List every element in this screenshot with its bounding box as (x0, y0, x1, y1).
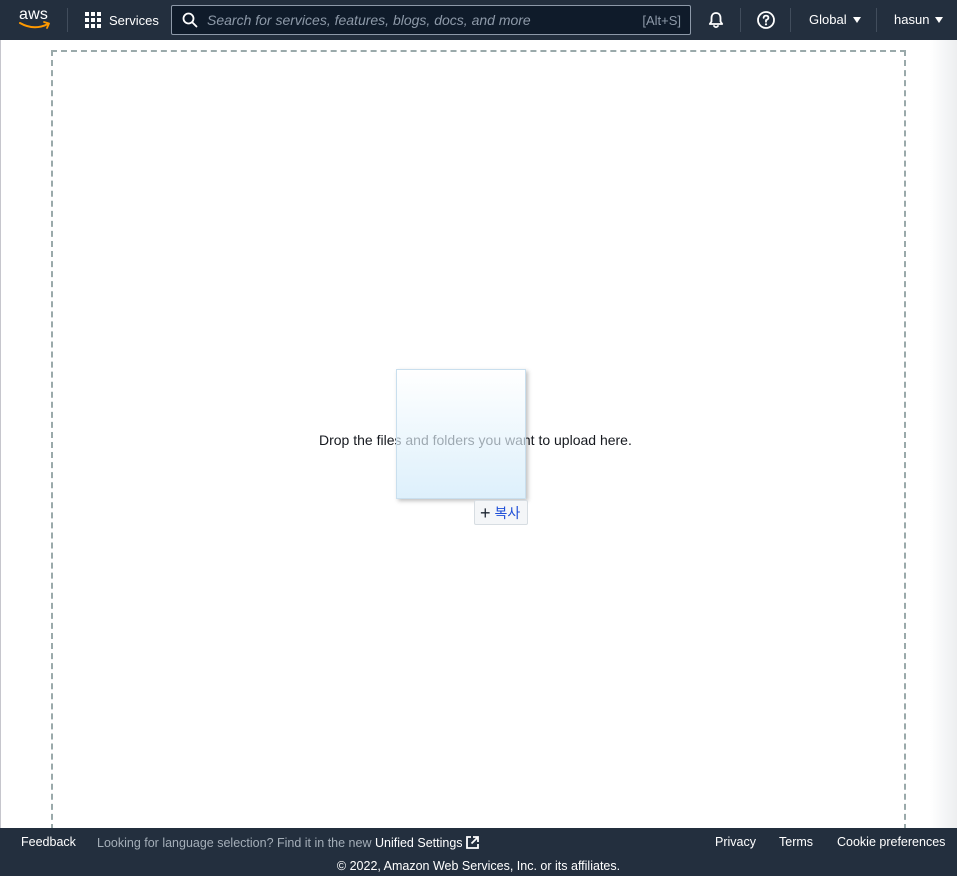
search-icon (182, 12, 198, 28)
divider (67, 8, 68, 32)
language-note: Looking for language selection? Find it … (97, 835, 480, 850)
right-shadow (930, 40, 957, 828)
divider (790, 8, 791, 32)
services-menu-button[interactable]: Services (80, 6, 159, 34)
unified-settings-label: Unified Settings (374, 836, 463, 850)
copyright-text: © 2022, Amazon Web Services, Inc. or its… (336, 859, 621, 873)
aws-smile-icon (19, 21, 50, 29)
plus-icon: + (480, 502, 491, 523)
apps-grid-icon (85, 12, 101, 28)
footer: Feedback Looking for language selection?… (0, 828, 957, 876)
help-icon[interactable] (756, 10, 776, 30)
cookie-preferences-link[interactable]: Cookie preferences (837, 835, 945, 849)
user-label: hasun (894, 12, 930, 27)
search-shortcut-hint: [Alt+S] (642, 12, 681, 28)
copy-label: 복사 (494, 504, 521, 521)
unified-settings-link[interactable]: Unified Settings (375, 836, 480, 850)
aws-logo[interactable]: aws (18, 6, 52, 32)
drag-copy-badge: + 복사 (474, 500, 529, 525)
language-note-text: Looking for language selection? Find it … (97, 836, 375, 850)
services-label: Services (109, 12, 159, 28)
account-menu[interactable]: hasun (894, 12, 944, 27)
external-link-icon (465, 836, 479, 849)
content-left-border (0, 40, 1, 828)
terms-link[interactable]: Terms (779, 835, 813, 849)
search-box[interactable]: [Alt+S] (171, 5, 691, 35)
notifications-bell-icon[interactable] (706, 10, 726, 30)
caret-down-icon (935, 16, 944, 23)
region-label: Global (809, 12, 847, 27)
feedback-link[interactable]: Feedback (21, 835, 76, 849)
privacy-link[interactable]: Privacy (715, 835, 756, 849)
divider (740, 8, 741, 32)
top-navigation-bar: aws Services [Alt+S] Global (0, 0, 957, 40)
search-input[interactable] (207, 12, 643, 28)
caret-down-icon (852, 16, 861, 23)
drag-preview-ghost (396, 369, 526, 499)
region-selector[interactable]: Global (809, 12, 861, 27)
divider (876, 8, 877, 32)
